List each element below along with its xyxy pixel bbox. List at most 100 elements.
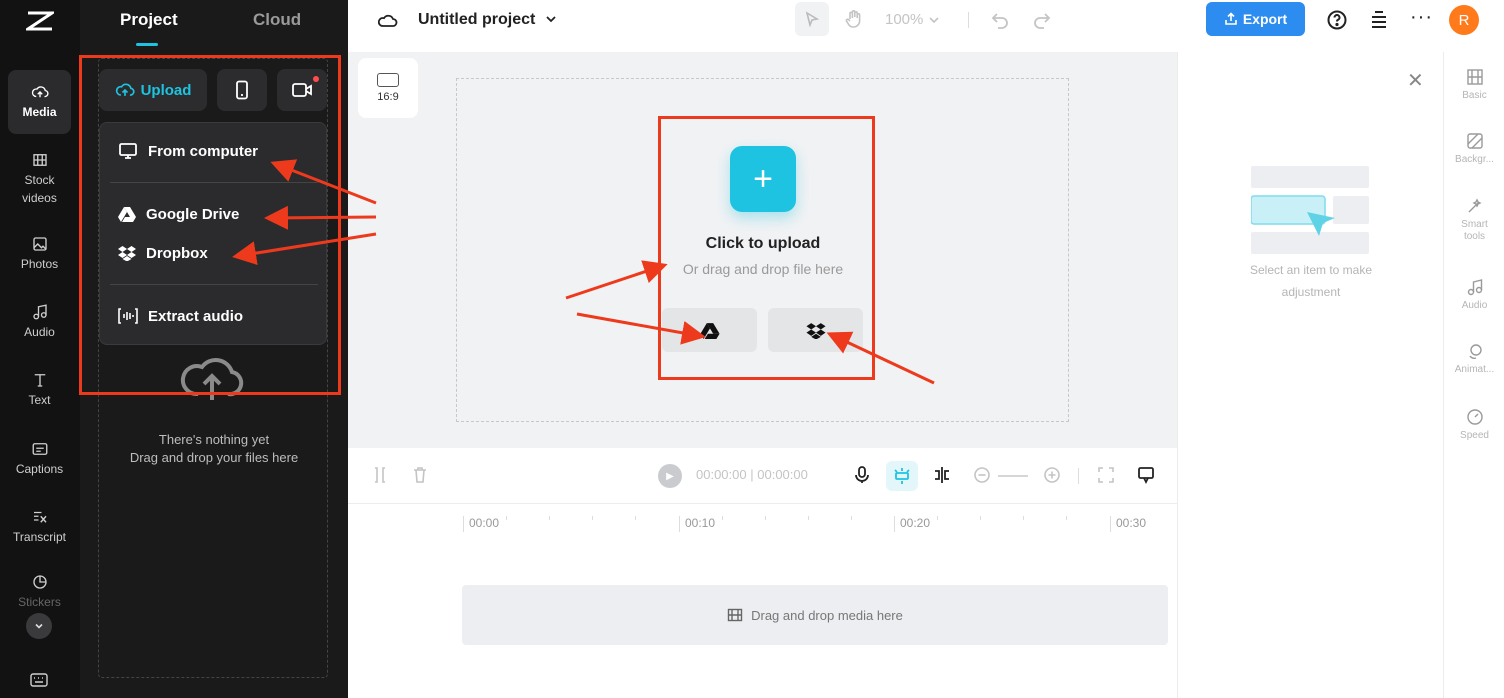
total-time: 00:00:00 <box>757 467 808 482</box>
chevron-down-icon <box>35 623 43 629</box>
properties-hint-line1: Select an item to make <box>1249 263 1373 277</box>
minor-tick <box>592 516 593 520</box>
rrail-item-basic[interactable]: Basic <box>1444 68 1504 101</box>
rrail-item-speed[interactable]: Speed <box>1444 408 1504 441</box>
close-icon[interactable]: ✕ <box>1407 68 1424 93</box>
film-icon <box>32 154 47 167</box>
split-icon[interactable] <box>370 465 390 485</box>
chevron-down-icon[interactable] <box>928 14 940 26</box>
select-tool-button[interactable] <box>795 2 829 36</box>
snap-toggle[interactable] <box>886 461 918 491</box>
tab-cloud[interactable]: Cloud <box>253 10 301 30</box>
rrail-item-label: Backgr... <box>1455 154 1494 165</box>
rrail-item-smart-tools[interactable]: Smart tools <box>1444 197 1504 243</box>
zoom-out-icon[interactable] <box>972 465 992 485</box>
zoom-level[interactable]: 100% <box>885 11 923 28</box>
delete-icon[interactable] <box>410 465 430 485</box>
rail-item-label: Captions <box>15 461 64 476</box>
magic-wand-icon <box>1468 198 1482 213</box>
rail-item-captions[interactable]: Captions <box>8 427 71 491</box>
play-button[interactable]: ▶ <box>658 464 682 488</box>
rail-item-label: Text <box>28 392 51 407</box>
microphone-icon[interactable] <box>852 465 872 485</box>
keyboard-shortcuts-icon[interactable] <box>30 672 48 688</box>
undo-icon[interactable] <box>990 10 1010 30</box>
zoom-in-icon[interactable] <box>1042 465 1062 485</box>
rrail-item-label: Animat... <box>1454 364 1495 375</box>
aspect-ratio-button[interactable]: 16:9 <box>358 58 418 118</box>
minor-tick <box>635 516 636 520</box>
rrail-item-label: Basic <box>1462 90 1487 101</box>
hand-tool-icon[interactable] <box>844 9 864 29</box>
rrail-item-label: Speed <box>1460 430 1489 441</box>
transcript-icon <box>33 511 47 523</box>
export-label: Export <box>1242 11 1288 27</box>
rail-item-media[interactable]: Media <box>8 70 71 134</box>
left-rail: Media Stock videos Photos Audio Text Cap… <box>0 0 80 698</box>
player-controls: ▶ 00:00:00 | 00:00:00 <box>348 448 1177 504</box>
minor-tick <box>937 516 938 520</box>
cloud-sync-icon[interactable] <box>378 11 398 31</box>
film-icon <box>1466 69 1483 85</box>
tab-project[interactable]: Project <box>120 10 178 30</box>
rrail-item-background[interactable]: Backgr... <box>1444 132 1504 165</box>
split-clip-icon[interactable] <box>932 465 952 485</box>
rail-item-stickers[interactable]: Stickers <box>8 566 71 618</box>
animation-icon <box>1468 344 1482 360</box>
timeline-tick: 00:30 <box>1110 516 1146 532</box>
minor-tick <box>1066 516 1067 520</box>
timeline-tick: 00:20 <box>894 516 930 532</box>
minor-tick <box>722 516 723 520</box>
text-t-icon <box>34 373 45 387</box>
properties-panel: ✕ Select an item to make adjustment <box>1177 52 1443 698</box>
capcut-logo-icon[interactable] <box>26 10 54 32</box>
rail-item-photos[interactable]: Photos <box>8 222 71 286</box>
magnet-snap-icon <box>894 468 910 484</box>
speed-icon <box>1466 409 1483 425</box>
timeline: 00:00 00:10 00:20 00:30 Drag and drop me… <box>348 504 1177 698</box>
cloud-upload-icon <box>31 86 49 98</box>
film-icon <box>727 608 743 622</box>
properties-hint-line2: adjustment <box>1281 285 1341 299</box>
image-icon <box>32 237 47 251</box>
rail-item-transcript[interactable]: Transcript <box>8 495 71 559</box>
music-note-icon <box>32 304 47 320</box>
project-title[interactable]: Untitled project <box>418 11 535 29</box>
more-options-icon[interactable]: ··· <box>1410 6 1433 29</box>
rrail-item-animation[interactable]: Animat... <box>1444 342 1504 375</box>
avatar[interactable]: R <box>1449 5 1479 35</box>
rrail-item-label: Audio <box>1461 300 1488 311</box>
rail-item-stock-videos[interactable]: Stock videos <box>8 145 71 213</box>
time-display: 00:00:00 | 00:00:00 <box>696 467 808 482</box>
redo-icon[interactable] <box>1032 10 1052 30</box>
fullscreen-icon[interactable] <box>1096 465 1116 485</box>
rail-item-label: Photos <box>20 256 59 271</box>
chevron-down-icon[interactable] <box>544 12 558 26</box>
select-item-illustration-icon <box>1251 166 1369 254</box>
rail-item-audio[interactable]: Audio <box>8 290 71 354</box>
layout-icon[interactable] <box>1368 9 1390 31</box>
timeline-drop-zone[interactable]: Drag and drop media here <box>462 585 1168 645</box>
aspect-ratio-label: 16:9 <box>377 91 399 103</box>
help-icon[interactable] <box>1326 9 1348 31</box>
rrail-item-audio[interactable]: Audio <box>1444 278 1504 311</box>
drop-zone-label: Drag and drop media here <box>751 607 903 623</box>
rail-item-text[interactable]: Text <box>8 358 71 422</box>
rail-item-label: Stickers <box>18 594 61 609</box>
more-tools-button[interactable] <box>26 613 52 639</box>
minor-tick <box>980 516 981 520</box>
cursor-icon <box>805 11 820 27</box>
annotation-box-upload-menu <box>79 55 341 395</box>
background-icon <box>1466 133 1483 149</box>
minor-tick <box>506 516 507 520</box>
zoom-slider[interactable] <box>998 475 1028 477</box>
feedback-icon[interactable] <box>1136 465 1156 485</box>
empty-state-title: There's nothing yet <box>158 432 270 447</box>
minor-tick <box>549 516 550 520</box>
export-button[interactable]: Export <box>1206 2 1305 36</box>
empty-state-hint: Drag and drop your files here <box>129 450 299 465</box>
music-note-icon <box>1467 279 1482 296</box>
time-separator: | <box>750 467 754 482</box>
annotation-box-canvas-upload <box>658 116 875 380</box>
tab-active-indicator <box>136 43 158 46</box>
